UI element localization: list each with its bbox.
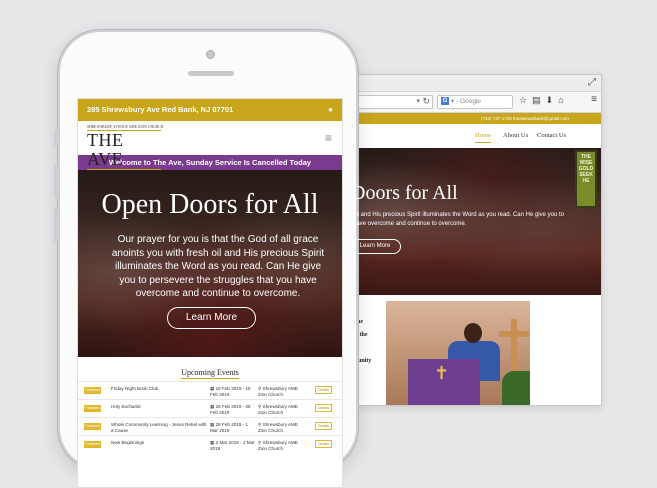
desktop-hero-text-line: have overcome and continue to overcome. <box>353 221 467 227</box>
logo-title: THE AVE <box>87 130 161 170</box>
hero-text: Our prayer for you is that the God of al… <box>111 234 325 299</box>
nav-contact-us[interactable]: Contact Us <box>537 132 566 139</box>
event-date: ▦ 26 Feb 2019 - 26 Feb 2019 <box>210 404 257 415</box>
event-row[interactable]: Featured Whole Community Learning - Jesu… <box>78 417 342 435</box>
phone-header: SHREWSBURY AVENUE AME ZION CHURCH THE AV… <box>78 121 342 170</box>
hero-title: Open Doors for All <box>101 189 319 220</box>
event-location-text: Shrewsbury AME Zion Church <box>258 440 298 451</box>
details-button[interactable]: Details <box>315 440 332 448</box>
event-date: ▦ 15 Feb 2019 - 15 Feb 2019 <box>210 386 257 397</box>
pastor-head <box>464 323 482 343</box>
cross-shape <box>499 331 529 337</box>
phone-mute-switch <box>54 130 58 146</box>
browser-titlebar: ⤢ <box>341 75 601 92</box>
search-placeholder-text: Google <box>460 98 482 105</box>
learn-more-button[interactable]: Learn More <box>167 307 256 329</box>
event-name[interactable]: Friday Night Book Club <box>111 386 209 392</box>
cross-shape <box>511 319 517 379</box>
event-location-text: Shrewsbury AME Zion Church <box>258 386 298 397</box>
phone-camera <box>206 50 215 59</box>
featured-badge: Featured <box>84 441 101 448</box>
phone-speaker <box>188 71 234 76</box>
event-location: ⚲ Shrewsbury AME Zion Church <box>258 386 308 397</box>
phone-volume-up <box>54 164 58 198</box>
browser-toolbar: ▾ ↻ G ▾ · Google ☆▤⬇⌂ ≡ <box>341 92 601 113</box>
chevron-down-icon[interactable]: ▾ <box>416 97 420 105</box>
expand-icon[interactable]: ⤢ <box>588 77 596 88</box>
event-location: ⚲ Shrewsbury AME Zion Church <box>258 404 308 415</box>
event-row[interactable]: Featured Holy Eucharist ▦ 26 Feb 2019 - … <box>78 399 342 417</box>
details-button[interactable]: Details <box>315 422 332 430</box>
phone-screen: 285 Shrewsbury Ave Red Bank, NJ 07701 ● … <box>77 98 343 488</box>
event-date-text: 26 Feb 2019 - 26 Feb 2019 <box>210 404 251 415</box>
event-date-text: 15 Feb 2019 - 15 Feb 2019 <box>210 386 251 397</box>
phone-volume-down <box>54 208 58 242</box>
event-location-text: Shrewsbury AME Zion Church <box>258 404 298 415</box>
browser-tool-icons: ☆▤⬇⌂ <box>519 95 569 106</box>
plant-shape <box>502 371 530 405</box>
event-location-text: Shrewsbury AME Zion Church <box>258 422 298 433</box>
desktop-content-section: R The of the d munity ✝ <box>341 295 601 405</box>
menu-icon[interactable]: ≡ <box>591 94 597 105</box>
event-date: ▦ 2 Mar 2019 - 2 Mar 2019 <box>210 440 257 451</box>
event-location: ⚲ Shrewsbury AME Zion Church <box>258 440 308 451</box>
church-logo[interactable]: SHREWSBURY AVENUE AME ZION CHURCH THE AV… <box>87 125 164 170</box>
desktop-nav: Home About Us Contact Us <box>341 124 601 148</box>
featured-badge: Featured <box>84 387 101 394</box>
details-button[interactable]: Details <box>315 386 332 394</box>
user-icon[interactable]: ● <box>328 99 333 121</box>
events-title-text: Upcoming Events <box>181 368 239 379</box>
search-box[interactable]: G ▾ · Google <box>437 95 513 109</box>
event-name[interactable]: Holy Eucharist <box>111 404 209 410</box>
desktop-learn-more-button[interactable]: Learn More <box>349 239 401 254</box>
event-date-text: 26 Feb 2019 - 1 Mar 2019 <box>210 422 249 433</box>
upcoming-events-heading: Upcoming Events <box>78 357 342 381</box>
event-row[interactable]: Featured New Beginnings ▦ 2 Mar 2019 - 2… <box>78 435 342 453</box>
logo-subtitle: SHREWSBURY AVENUE AME ZION CHURCH <box>87 125 164 129</box>
star-icon[interactable]: ☆ <box>519 95 532 105</box>
phone-topbar: 285 Shrewsbury Ave Red Bank, NJ 07701 ● <box>78 99 342 121</box>
search-placeholder: ▾ · <box>451 98 461 105</box>
event-row[interactable]: Featured Friday Night Book Club ▦ 15 Feb… <box>78 381 342 399</box>
details-button[interactable]: Details <box>315 404 332 412</box>
desktop-browser-window: ⤢ ▾ ↻ G ▾ · Google ☆▤⬇⌂ ≡ (732) 747-1736 … <box>340 74 602 406</box>
home-icon[interactable]: ⌂ <box>558 95 568 105</box>
stained-glass-window: THE WISE GOLD SEEK HE <box>575 150 597 208</box>
download-icon[interactable]: ⬇ <box>546 95 559 105</box>
hamburger-menu-icon[interactable]: ≡ <box>325 131 332 145</box>
event-date-text: 2 Mar 2019 - 2 Mar 2019 <box>210 440 255 451</box>
pastor-photo: ✝ <box>386 301 530 405</box>
cross-icon: ✝ <box>434 363 450 383</box>
google-icon: G <box>441 97 449 106</box>
reload-icon[interactable]: ↻ <box>422 96 430 107</box>
nav-home[interactable]: Home <box>475 132 491 143</box>
phone-device: 285 Shrewsbury Ave Red Bank, NJ 07701 ● … <box>54 30 358 488</box>
clipboard-icon[interactable]: ▤ <box>532 95 546 105</box>
featured-badge: Featured <box>84 405 101 412</box>
desktop-topbar: (732) 747-1736 theavenuebank@gmail.com <box>341 113 601 124</box>
event-name[interactable]: Whole Community Learning - Jesus Rebel w… <box>111 422 209 433</box>
event-location: ⚲ Shrewsbury AME Zion Church <box>258 422 308 433</box>
phone-hero: Open Doors for All Our prayer for you is… <box>78 170 342 357</box>
desktop-hero: THE WISE GOLD SEEK HE Doors for All pll … <box>341 148 601 295</box>
desktop-hero-text: pll and His precious Spirit illuminates … <box>353 211 583 229</box>
nav-about-us[interactable]: About Us <box>503 132 528 139</box>
desktop-hero-text-line: pll and His precious Spirit illuminates … <box>353 212 564 218</box>
event-date: ▦ 26 Feb 2019 - 1 Mar 2019 <box>210 422 257 433</box>
desktop-hero-title: Doors for All <box>351 182 458 204</box>
event-name[interactable]: New Beginnings <box>111 440 209 446</box>
address-text: 285 Shrewsbury Ave Red Bank, NJ 07701 <box>87 105 234 114</box>
featured-badge: Featured <box>84 423 101 430</box>
